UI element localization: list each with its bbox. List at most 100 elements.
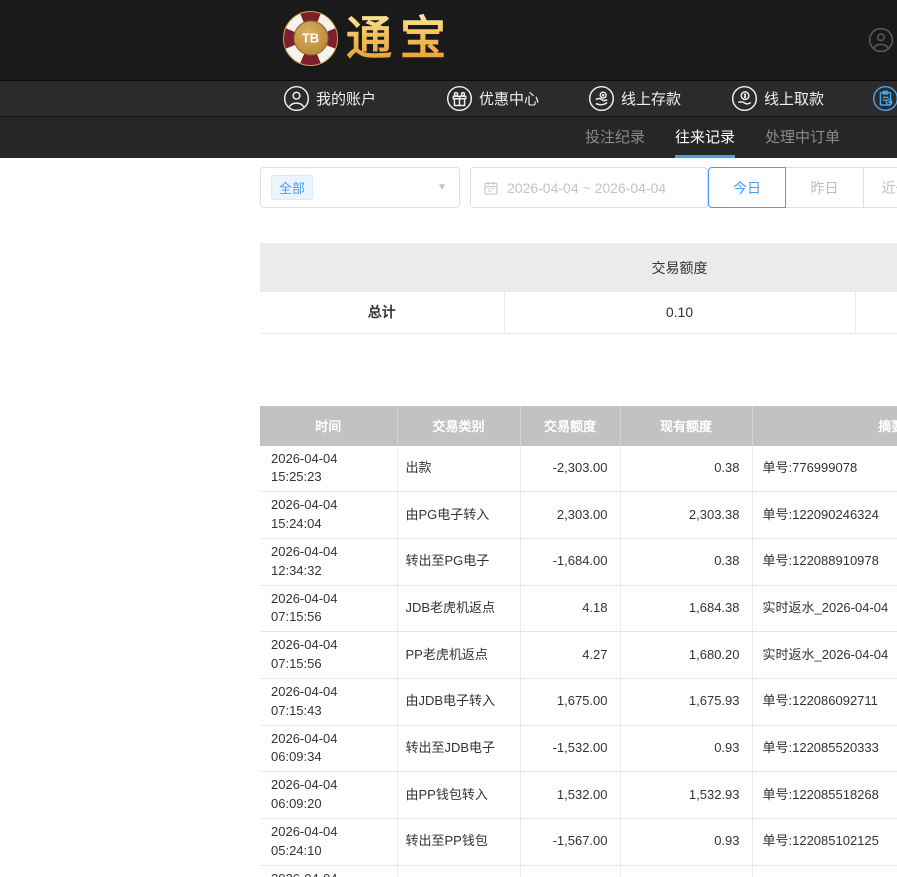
transactions-table: 时间 交易类别 交易额度 现有额度 摘要 2026-04-04 15:25:23… — [260, 406, 897, 877]
cell-time: 2026-04-04 05:22:02 — [260, 865, 397, 877]
summary-header-empty2 — [855, 243, 897, 292]
main-nav: 我的账户 优惠中心 线上存款 线上取款 — [0, 80, 897, 117]
cell-type: 转出至PG电子 — [397, 538, 520, 585]
cell-balance: 0.38 — [620, 446, 752, 492]
table-row: 2026-04-04 05:24:10转出至PP钱包-1,567.000.93单… — [260, 819, 897, 866]
category-select[interactable]: 全部 ▼ — [260, 167, 460, 208]
cell-time: 2026-04-04 07:15:56 — [260, 632, 397, 679]
tab-pending-orders[interactable]: 处理中订单 — [765, 117, 840, 158]
nav-item-withdraw[interactable]: 线上取款 — [731, 81, 824, 116]
quick-range-buttons: 今日 昨日 近一周 — [708, 167, 897, 208]
cell-type: 转出至JDB电子 — [397, 725, 520, 772]
user-avatar-icon[interactable] — [868, 27, 894, 53]
nav-item-label: 线上存款 — [621, 88, 681, 109]
cell-summary: 单号:122088910978 — [752, 538, 897, 585]
cell-summary: 单号:122090246324 — [752, 492, 897, 539]
cell-amount: -1,684.00 — [520, 538, 620, 585]
cell-time: 2026-04-04 15:24:04 — [260, 492, 397, 539]
cell-amount: 4.18 — [520, 585, 620, 632]
cell-summary: 实时返水_2026-04-04 — [752, 585, 897, 632]
summary-header-row: 交易额度 — [260, 243, 897, 292]
record-tabs: 投注纪录 往来记录 处理中订单 — [570, 117, 855, 158]
table-row: 2026-04-04 15:24:04由PG电子转入2,303.002,303.… — [260, 492, 897, 539]
table-row: 2026-04-04 12:34:32转出至PG电子-1,684.000.38单… — [260, 538, 897, 585]
chevron-down-icon: ▼ — [437, 182, 447, 193]
yesterday-button[interactable]: 昨日 — [786, 167, 864, 208]
nav-item-label: 优惠中心 — [479, 88, 539, 109]
cell-amount: 1,532.00 — [520, 772, 620, 819]
last-week-button[interactable]: 近一周 — [864, 167, 897, 208]
tab-betting-records[interactable]: 投注纪录 — [585, 117, 645, 158]
cell-balance: 2,303.38 — [620, 492, 752, 539]
cell-type: 由JDB电子转入 — [397, 678, 520, 725]
nav-item-promotions[interactable]: 优惠中心 — [446, 81, 539, 116]
filter-bar: 全部 ▼ 2026-04-04 ~ 2026-04-04 今日 昨日 近一周 — [260, 167, 897, 208]
cell-summary: 单号:122085520333 — [752, 725, 897, 772]
date-range-input[interactable]: 2026-04-04 ~ 2026-04-04 — [470, 167, 708, 208]
cell-balance: 0.93 — [620, 819, 752, 866]
transactions-tbody: 2026-04-04 15:25:23出款-2,303.000.38单号:776… — [260, 446, 897, 877]
category-tag[interactable]: 全部 — [271, 175, 313, 200]
col-time: 时间 — [260, 406, 397, 446]
table-row: 2026-04-04 07:15:56JDB老虎机返点4.181,684.38实… — [260, 585, 897, 632]
cell-amount: 4.27 — [520, 632, 620, 679]
summary-total-empty — [855, 292, 897, 333]
header-band: TB 通宝 — [0, 0, 897, 80]
cell-time: 2026-04-04 06:09:20 — [260, 772, 397, 819]
brand-name: 通宝 — [346, 8, 454, 68]
tab-transaction-records[interactable]: 往来记录 — [675, 117, 735, 158]
cell-summary: 单号:122086092711 — [752, 678, 897, 725]
table-row: 2026-04-04 06:09:20由PP钱包转入1,532.001,532.… — [260, 772, 897, 819]
today-button[interactable]: 今日 — [708, 167, 786, 208]
cell-type: 线上存款通道优惠 — [397, 865, 520, 877]
cell-summary: 单号:122085102125 — [752, 819, 897, 866]
date-range-value: 2026-04-04 ~ 2026-04-04 — [507, 180, 666, 196]
nav-item-my-account[interactable]: 我的账户 — [283, 81, 376, 116]
cell-amount: -1,532.00 — [520, 725, 620, 772]
cell-amount: 2,303.00 — [520, 492, 620, 539]
cell-type: 出款 — [397, 446, 520, 492]
cell-summary: 单号:122085518268 — [752, 772, 897, 819]
cell-balance: 0.93 — [620, 725, 752, 772]
poker-chip-icon: TB — [283, 11, 338, 66]
table-row: 2026-04-04 05:22:02线上存款通道优惠14.431,567.93… — [260, 865, 897, 877]
col-type: 交易类别 — [397, 406, 520, 446]
nav-item-records[interactable] — [872, 81, 897, 116]
summary-table: 交易额度 总计 0.10 — [260, 243, 897, 334]
subnav-band: 投注纪录 往来记录 处理中订单 — [0, 117, 897, 158]
cell-summary: 实时返水_2026-04-04 — [752, 632, 897, 679]
cell-amount: -2,303.00 — [520, 446, 620, 492]
cell-type: 由PP钱包转入 — [397, 772, 520, 819]
cell-type: PP老虎机返点 — [397, 632, 520, 679]
cell-summary: 单号:202604044247797 — [752, 865, 897, 877]
cell-amount: 14.43 — [520, 865, 620, 877]
calendar-icon — [483, 180, 499, 196]
brand-logo[interactable]: TB 通宝 — [283, 8, 454, 68]
gift-icon — [446, 85, 473, 112]
summary-total-value: 0.10 — [504, 292, 855, 333]
summary-header-empty — [260, 243, 504, 292]
nav-item-deposit[interactable]: 线上存款 — [588, 81, 681, 116]
table-row: 2026-04-04 15:25:23出款-2,303.000.38单号:776… — [260, 446, 897, 492]
cell-time: 2026-04-04 07:15:43 — [260, 678, 397, 725]
summary-header-amount: 交易额度 — [504, 243, 855, 292]
account-icon — [283, 85, 310, 112]
nav-item-label: 我的账户 — [316, 88, 376, 109]
cell-balance: 1,675.93 — [620, 678, 752, 725]
cell-time: 2026-04-04 15:25:23 — [260, 446, 397, 492]
cell-balance: 1,680.20 — [620, 632, 752, 679]
deposit-icon — [588, 85, 615, 112]
cell-type: 转出至PP钱包 — [397, 819, 520, 866]
cell-amount: -1,567.00 — [520, 819, 620, 866]
col-summary: 摘要 — [752, 406, 897, 446]
content-container: 全部 ▼ 2026-04-04 ~ 2026-04-04 今日 昨日 近一周 交… — [260, 158, 897, 877]
cell-time: 2026-04-04 12:34:32 — [260, 538, 397, 585]
withdraw-icon — [731, 85, 758, 112]
table-row: 2026-04-04 07:15:56PP老虎机返点4.271,680.20实时… — [260, 632, 897, 679]
cell-type: 由PG电子转入 — [397, 492, 520, 539]
cell-time: 2026-04-04 06:09:34 — [260, 725, 397, 772]
cell-type: JDB老虎机返点 — [397, 585, 520, 632]
records-icon — [872, 85, 897, 112]
cell-balance: 1,532.93 — [620, 772, 752, 819]
cell-balance: 0.38 — [620, 538, 752, 585]
